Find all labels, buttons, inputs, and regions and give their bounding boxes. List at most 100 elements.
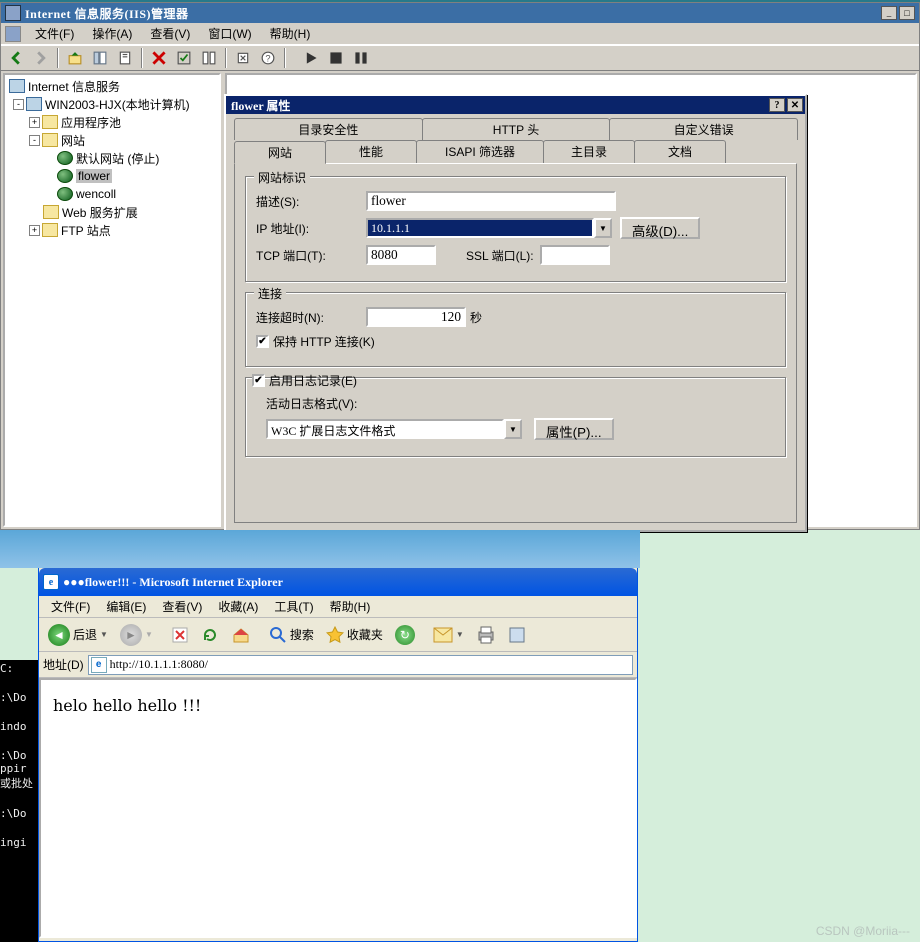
tree-sites[interactable]: -网站 xyxy=(7,131,217,149)
back-icon: ◄ xyxy=(48,624,70,646)
tree-ftp[interactable]: +FTP 站点 xyxy=(7,221,217,239)
label-keepalive: 保持 HTTP 连接(K) xyxy=(273,333,375,350)
checkbox-logging[interactable]: ✔ xyxy=(252,374,265,387)
ie-menu-fav[interactable]: 收藏(A) xyxy=(212,596,264,617)
menu-action[interactable]: 操作(A) xyxy=(84,23,140,44)
input-ssl-port[interactable] xyxy=(540,245,610,265)
combo-log-format[interactable]: W3C 扩展日志文件格式 ▼ xyxy=(266,419,522,439)
ie-stop-button[interactable] xyxy=(166,621,194,649)
menu-window[interactable]: 窗口(W) xyxy=(200,23,259,44)
expand-icon[interactable]: + xyxy=(29,225,40,236)
forward-button[interactable] xyxy=(30,47,52,69)
pause-button[interactable] xyxy=(350,47,372,69)
ie-refresh-button[interactable] xyxy=(196,621,224,649)
combo-dropdown-button[interactable]: ▼ xyxy=(504,419,522,439)
address-input-box[interactable]: e http://10.1.1.1:8080/ xyxy=(88,655,633,675)
tab-isapi[interactable]: ISAPI 筛选器 xyxy=(416,140,544,163)
checkbox-keepalive[interactable]: ✔ xyxy=(256,335,269,348)
site-icon xyxy=(57,151,73,165)
back-button[interactable] xyxy=(5,47,27,69)
delete-button[interactable] xyxy=(148,47,170,69)
folder-icon xyxy=(42,223,58,237)
folder-icon xyxy=(43,205,59,219)
iis-titlebar[interactable]: Internet 信息服务(IIS)管理器 _ □ xyxy=(1,3,919,23)
tab-documents[interactable]: 文档 xyxy=(634,140,726,163)
tree-flower-label: flower xyxy=(76,169,112,183)
ie-menu-edit[interactable]: 编辑(E) xyxy=(100,596,152,617)
menu-file[interactable]: 文件(F) xyxy=(27,23,82,44)
cmd-line: indo xyxy=(0,720,38,733)
cmd-line: :\Do xyxy=(0,691,38,704)
search-icon xyxy=(269,626,287,644)
ie-search-button[interactable]: 搜索 xyxy=(264,621,319,649)
tree-root[interactable]: Internet 信息服务 xyxy=(7,77,217,95)
ie-history-button[interactable]: ↻ xyxy=(390,621,420,649)
ip-value[interactable]: 10.1.1.1 xyxy=(366,218,594,238)
tree-site-wencoll[interactable]: wencoll xyxy=(7,185,217,203)
tab-home-dir[interactable]: 主目录 xyxy=(543,140,635,163)
dialog-close-button[interactable]: ✕ xyxy=(787,98,803,112)
ie-menu-help[interactable]: 帮助(H) xyxy=(324,596,377,617)
label-ssl-port: SSL 端口(L): xyxy=(466,247,534,264)
tab-dir-security[interactable]: 目录安全性 xyxy=(234,118,423,140)
input-tcp-port[interactable] xyxy=(366,245,436,265)
advanced-button[interactable]: 高级(D)... xyxy=(620,217,700,239)
log-format-value[interactable]: W3C 扩展日志文件格式 xyxy=(266,419,504,439)
ie-mail-button[interactable]: ▼ xyxy=(428,621,469,649)
expand-icon[interactable]: - xyxy=(29,135,40,146)
maximize-button[interactable]: □ xyxy=(899,6,915,20)
start-button[interactable] xyxy=(300,47,322,69)
ie-menu-view[interactable]: 查看(V) xyxy=(156,596,208,617)
iis-toolbar: ? xyxy=(1,45,919,71)
ie-favorites-button[interactable]: 收藏夹 xyxy=(321,621,388,649)
ie-menu-tools[interactable]: 工具(T) xyxy=(268,596,319,617)
stop-button[interactable] xyxy=(325,47,347,69)
export-button[interactable] xyxy=(232,47,254,69)
menu-view[interactable]: 查看(V) xyxy=(142,23,198,44)
ie-menu-file[interactable]: 文件(F) xyxy=(45,596,96,617)
tree-site-flower[interactable]: flower xyxy=(7,167,217,185)
properties-button[interactable] xyxy=(114,47,136,69)
ie-toolbar: ◄ 后退 ▼ ► ▼ 搜索 收藏夹 ↻ ▼ xyxy=(39,618,637,652)
show-hide-tree-button[interactable] xyxy=(89,47,111,69)
up-button[interactable] xyxy=(64,47,86,69)
url-text[interactable]: http://10.1.1.1:8080/ xyxy=(110,657,208,672)
help-button[interactable]: ? xyxy=(257,47,279,69)
cmd-line: :\Do xyxy=(0,749,38,762)
tree-panel[interactable]: Internet 信息服务 - WIN2003-HJX(本地计算机) +应用程序池… xyxy=(3,73,221,527)
input-description[interactable] xyxy=(366,191,616,211)
iis-root-icon xyxy=(9,79,25,93)
tree-server-label: WIN2003-HJX(本地计算机) xyxy=(45,96,190,113)
refresh-button[interactable] xyxy=(198,47,220,69)
tree-server[interactable]: - WIN2003-HJX(本地计算机) xyxy=(7,95,217,113)
ie-titlebar[interactable]: e ●●●flower!!! - Microsoft Internet Expl… xyxy=(39,568,637,596)
combo-ip[interactable]: 10.1.1.1 ▼ xyxy=(366,218,612,238)
options-button[interactable] xyxy=(173,47,195,69)
ie-home-button[interactable] xyxy=(226,621,256,649)
page-body-text: helo hello hello !!! xyxy=(53,696,623,715)
tab-custom-errors[interactable]: 自定义错误 xyxy=(609,118,798,140)
expand-icon[interactable]: + xyxy=(29,117,40,128)
tree-apppool[interactable]: +应用程序池 xyxy=(7,113,217,131)
log-properties-button[interactable]: 属性(P)... xyxy=(534,418,614,440)
dialog-titlebar[interactable]: flower 属性 ? ✕ xyxy=(226,96,805,114)
tab-performance[interactable]: 性能 xyxy=(325,140,417,163)
ie-edit-button[interactable] xyxy=(503,621,531,649)
label-seconds: 秒 xyxy=(470,309,482,326)
input-timeout[interactable] xyxy=(366,307,466,327)
tab-website[interactable]: 网站 xyxy=(234,141,326,164)
svg-text:?: ? xyxy=(265,54,270,64)
combo-dropdown-button[interactable]: ▼ xyxy=(594,218,612,238)
ie-back-button[interactable]: ◄ 后退 ▼ xyxy=(43,621,113,649)
tree-site-default[interactable]: 默认网站 (停止) xyxy=(7,149,217,167)
ie-forward-button[interactable]: ► ▼ xyxy=(115,621,158,649)
watermark: CSDN @Moriia--- xyxy=(816,924,910,938)
tab-http-headers[interactable]: HTTP 头 xyxy=(422,118,611,140)
expand-icon[interactable]: - xyxy=(13,99,24,110)
tree-webext[interactable]: Web 服务扩展 xyxy=(7,203,217,221)
minimize-button[interactable]: _ xyxy=(881,6,897,20)
ie-print-button[interactable] xyxy=(471,621,501,649)
folder-icon xyxy=(42,115,58,129)
menu-help[interactable]: 帮助(H) xyxy=(262,23,319,44)
dialog-help-button[interactable]: ? xyxy=(769,98,785,112)
